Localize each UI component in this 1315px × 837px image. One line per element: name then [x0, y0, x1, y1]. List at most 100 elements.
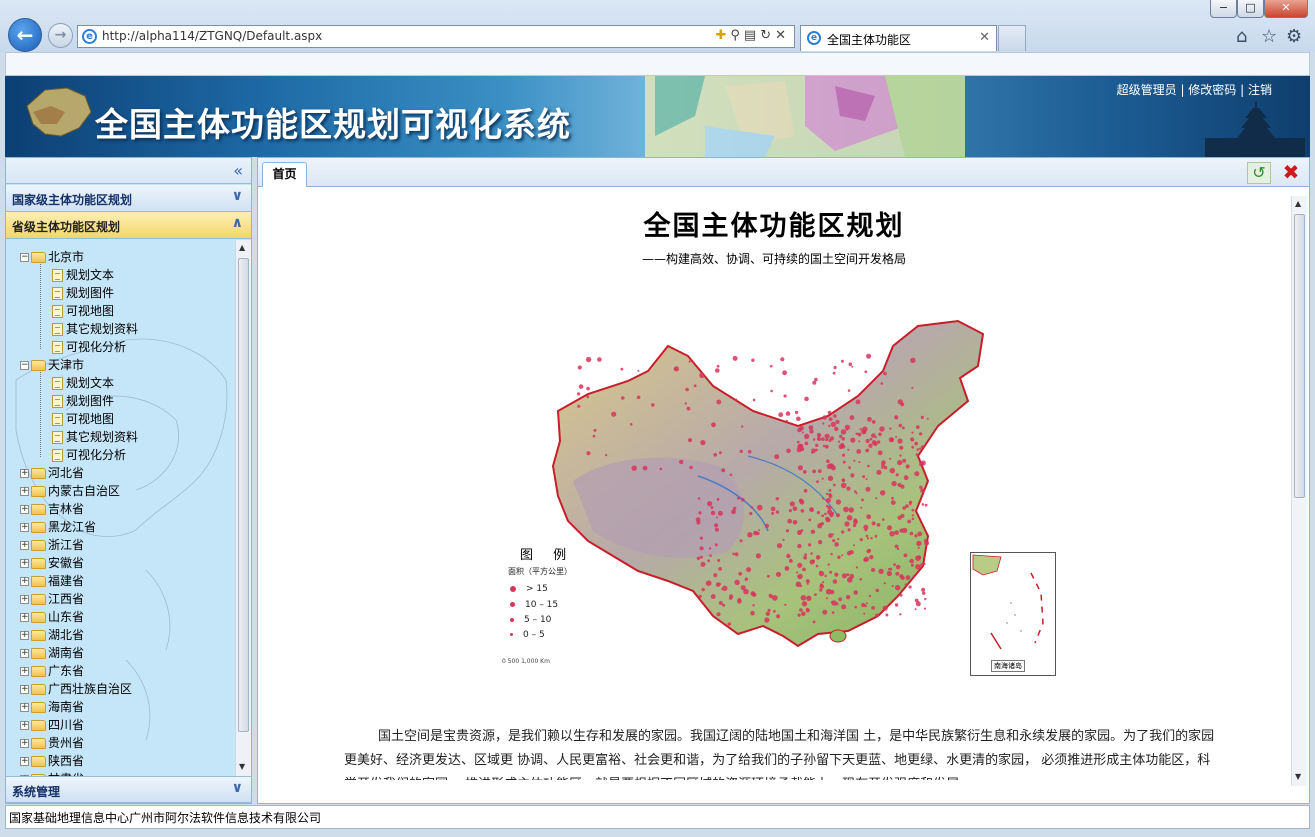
- minimize-button[interactable]: −: [1210, 0, 1237, 18]
- maximize-button[interactable]: □: [1237, 0, 1264, 18]
- tree-node-province[interactable]: + 河北省: [20, 464, 84, 482]
- tree-node-item[interactable]: 可视地图: [52, 302, 114, 320]
- tree-node-item[interactable]: 规划文本: [52, 374, 114, 392]
- tree-node-province[interactable]: + 陕西省: [20, 752, 84, 770]
- tree-expand-icon[interactable]: +: [20, 703, 29, 712]
- double-chevron-left-icon[interactable]: «: [233, 161, 243, 180]
- tree-expand-icon[interactable]: +: [20, 757, 29, 766]
- refresh-icon[interactable]: ↺: [1247, 162, 1271, 184]
- stop-icon[interactable]: ✕: [775, 28, 790, 43]
- tree-node-item[interactable]: 规划图件: [52, 392, 114, 410]
- tree-node-province[interactable]: + 安徽省: [20, 554, 84, 572]
- tree-expand-icon[interactable]: +: [20, 649, 29, 658]
- double-chevron-down-icon[interactable]: ∨: [232, 780, 243, 796]
- user-name-link[interactable]: 超级管理员: [1117, 83, 1177, 97]
- compat-view-icon[interactable]: ▤: [744, 28, 760, 43]
- tree-item-label[interactable]: 规划图件: [66, 286, 114, 300]
- content-scrollbar[interactable]: ▲ ▼: [1291, 196, 1307, 786]
- tree-scrollbar[interactable]: ▲ ▼: [235, 240, 251, 776]
- tree-expand-icon[interactable]: +: [20, 595, 29, 604]
- tree-node-label[interactable]: 广西壮族自治区: [48, 682, 132, 696]
- address-bar[interactable]: e http://alpha114/ZTGNQ/Default.aspx ✚⚲▤…: [77, 25, 795, 48]
- tree-node-item[interactable]: 规划文本: [52, 266, 114, 284]
- tree-node-label[interactable]: 北京市: [48, 250, 84, 264]
- new-tab-button[interactable]: [998, 25, 1026, 51]
- browser-tab[interactable]: e 全国主体功能区 ✕: [800, 25, 997, 51]
- tree-item-label[interactable]: 可视地图: [66, 412, 114, 426]
- section-provincial-planning[interactable]: 省级主体功能区规划 ∧: [6, 212, 251, 239]
- tree-node-label[interactable]: 安徽省: [48, 556, 84, 570]
- logout-link[interactable]: 注销: [1248, 83, 1272, 97]
- close-icon[interactable]: ✖: [1279, 162, 1303, 184]
- tree-expand-icon[interactable]: +: [20, 631, 29, 640]
- tree-expand-icon[interactable]: +: [20, 667, 29, 676]
- tree-node-province[interactable]: + 江西省: [20, 590, 84, 608]
- tree-expand-icon[interactable]: +: [20, 685, 29, 694]
- tree-node-province[interactable]: + 吉林省: [20, 500, 84, 518]
- tree-node-province[interactable]: + 湖南省: [20, 644, 84, 662]
- back-button[interactable]: ←: [8, 18, 42, 52]
- gear-icon[interactable]: ⚙: [1286, 26, 1302, 47]
- scroll-down-arrow-icon[interactable]: ▼: [1295, 772, 1301, 781]
- tree-item-label[interactable]: 可视化分析: [66, 448, 126, 462]
- tree-expand-icon[interactable]: +: [20, 721, 29, 730]
- tree-expand-icon[interactable]: +: [20, 505, 29, 514]
- tree-node-item[interactable]: 可视化分析: [52, 338, 126, 356]
- tree-node-label[interactable]: 湖北省: [48, 628, 84, 642]
- tree-node-province[interactable]: + 湖北省: [20, 626, 84, 644]
- tree-node-label[interactable]: 天津市: [48, 358, 84, 372]
- tree-expand-icon[interactable]: +: [20, 487, 29, 496]
- tree-node-label[interactable]: 吉林省: [48, 502, 84, 516]
- tree-node-province[interactable]: + 山东省: [20, 608, 84, 626]
- tree-node-label[interactable]: 广东省: [48, 664, 84, 678]
- tree-expand-icon[interactable]: +: [20, 541, 29, 550]
- tree-collapse-icon[interactable]: −: [20, 253, 29, 262]
- tree-node-province[interactable]: − 天津市: [20, 356, 84, 374]
- tree-node-label[interactable]: 浙江省: [48, 538, 84, 552]
- tree-node-item[interactable]: 其它规划资料: [52, 320, 138, 338]
- tree-node-label[interactable]: 湖南省: [48, 646, 84, 660]
- double-chevron-down-icon[interactable]: ∨: [232, 188, 243, 204]
- tree-node-item[interactable]: 可视化分析: [52, 446, 126, 464]
- tree-node-label[interactable]: 海南省: [48, 700, 84, 714]
- tree-collapse-icon[interactable]: −: [20, 361, 29, 370]
- url-text[interactable]: http://alpha114/ZTGNQ/Default.aspx: [102, 29, 322, 43]
- tab-home[interactable]: 首页: [262, 162, 307, 187]
- tree-item-label[interactable]: 可视化分析: [66, 340, 126, 354]
- tree-node-province[interactable]: − 北京市: [20, 248, 84, 266]
- tree-expand-icon[interactable]: +: [20, 739, 29, 748]
- tree-node-province[interactable]: + 四川省: [20, 716, 84, 734]
- tree-expand-icon[interactable]: +: [20, 469, 29, 478]
- content-scroll-thumb[interactable]: [1294, 214, 1305, 498]
- tree-item-label[interactable]: 规划图件: [66, 394, 114, 408]
- tree-node-label[interactable]: 贵州省: [48, 736, 84, 750]
- tree-item-label[interactable]: 可视地图: [66, 304, 114, 318]
- tree-expand-icon[interactable]: +: [20, 577, 29, 586]
- home-icon[interactable]: ⌂: [1236, 26, 1247, 47]
- window-close-button[interactable]: ✕: [1264, 0, 1308, 18]
- tree-node-province[interactable]: + 黑龙江省: [20, 518, 96, 536]
- tab-close-icon[interactable]: ✕: [979, 30, 990, 45]
- tree-node-label[interactable]: 黑龙江省: [48, 520, 96, 534]
- section-system-management[interactable]: 系统管理 ∨: [6, 776, 251, 803]
- tree-node-item[interactable]: 可视地图: [52, 410, 114, 428]
- tree-node-label[interactable]: 江西省: [48, 592, 84, 606]
- double-chevron-up-icon[interactable]: ∧: [232, 215, 243, 231]
- search-icon[interactable]: ⚲: [730, 28, 744, 43]
- tree-node-province[interactable]: + 广东省: [20, 662, 84, 680]
- tree-item-label[interactable]: 其它规划资料: [66, 430, 138, 444]
- tree-node-label[interactable]: 陕西省: [48, 754, 84, 768]
- tree-node-item[interactable]: 其它规划资料: [52, 428, 138, 446]
- tree-node-province[interactable]: + 海南省: [20, 698, 84, 716]
- tree-scroll-thumb[interactable]: [238, 258, 249, 732]
- tree-node-province[interactable]: + 福建省: [20, 572, 84, 590]
- refresh-page-icon[interactable]: ↻: [760, 28, 775, 43]
- tree-node-label[interactable]: 内蒙古自治区: [48, 484, 120, 498]
- tree-expand-icon[interactable]: +: [20, 523, 29, 532]
- scroll-up-arrow-icon[interactable]: ▲: [1295, 199, 1301, 208]
- tree-node-label[interactable]: 山东省: [48, 610, 84, 624]
- scroll-down-arrow-icon[interactable]: ▼: [239, 762, 245, 771]
- section-national-planning[interactable]: 国家级主体功能区规划 ∨: [6, 185, 251, 212]
- tree-node-label[interactable]: 四川省: [48, 718, 84, 732]
- compat-icon[interactable]: ✚: [715, 28, 730, 43]
